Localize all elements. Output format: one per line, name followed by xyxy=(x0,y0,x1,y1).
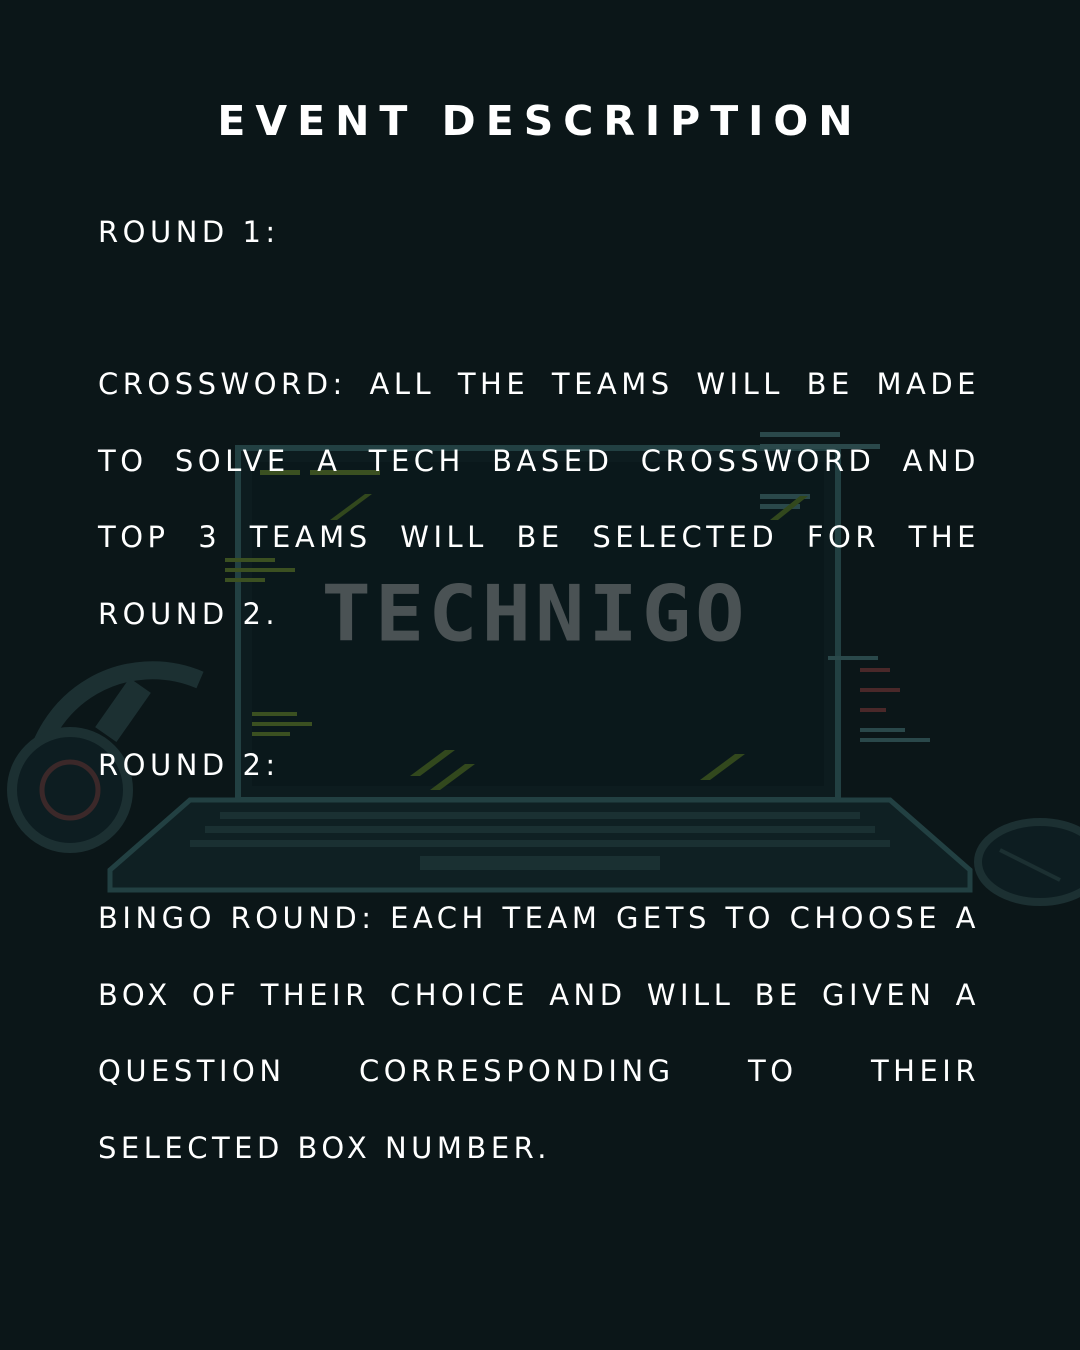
event-poster: TECHNIGO EVENT DESCRIPTION ROUND 1: CROS… xyxy=(0,0,1080,1350)
page-title: EVENT DESCRIPTION xyxy=(217,97,863,145)
round-2-heading: ROUND 2: xyxy=(98,748,280,782)
round-2-description: BINGO ROUND: EACH TEAM GETS TO CHOOSE A … xyxy=(98,901,980,1165)
round-1-heading: ROUND 1: xyxy=(98,215,280,249)
round-1-description: CROSSWORD: ALL THE TEAMS WILL BE MADE TO… xyxy=(98,367,980,631)
mouse-icon xyxy=(974,818,1080,906)
